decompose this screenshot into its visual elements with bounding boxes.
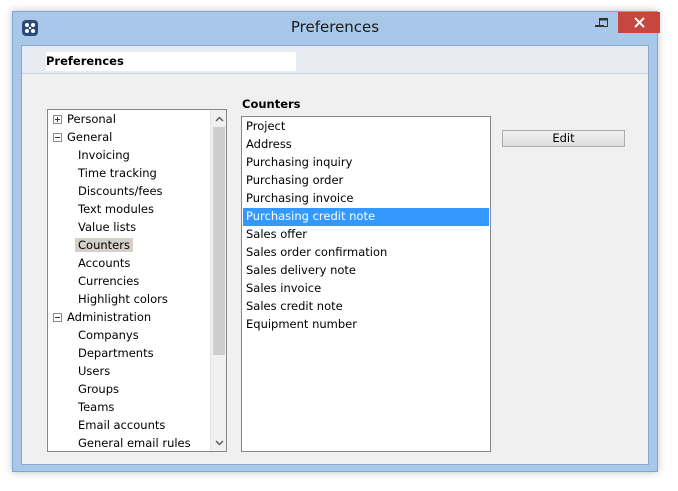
tree-item-label: Counters — [75, 238, 133, 252]
counter-list-item[interactable]: Sales credit note — [243, 298, 489, 316]
tree-item[interactable]: Personal — [53, 111, 119, 128]
edit-button[interactable]: Edit — [502, 130, 625, 147]
tree-item-label: Discounts/fees — [78, 184, 163, 198]
tree-item-label: Personal — [67, 112, 116, 126]
counter-list-item[interactable]: Purchasing credit note — [243, 208, 489, 226]
title-bar[interactable]: Preferences — [13, 12, 660, 45]
tree-item[interactable]: Highlight colors — [75, 291, 171, 308]
tree-item[interactable]: Text modules — [75, 201, 157, 218]
collapse-minus-icon[interactable] — [53, 133, 62, 142]
chevron-up-icon — [214, 115, 224, 122]
tree-item[interactable]: Counters — [75, 237, 133, 254]
counter-list-item[interactable]: Sales delivery note — [243, 262, 489, 280]
counters-heading: Counters — [242, 97, 301, 111]
preferences-window: Preferences Preferences Personal General I… — [12, 11, 660, 472]
scroll-up-button[interactable] — [211, 110, 226, 127]
close-button[interactable] — [618, 12, 660, 33]
tree-item-label: Text modules — [78, 202, 155, 216]
tree-item-label: Users — [78, 364, 111, 378]
tree-item[interactable]: Invoicing — [75, 147, 133, 164]
tree-item-label: Groups — [78, 382, 120, 396]
tree-item-label: Currencies — [78, 274, 140, 288]
counter-list-item[interactable]: Project — [243, 118, 489, 136]
tree-item[interactable]: Time tracking — [75, 165, 160, 182]
counter-list-item[interactable]: Sales order confirmation — [243, 244, 489, 262]
tree-item-label: Time tracking — [78, 166, 157, 180]
tab-strip: Preferences — [22, 46, 648, 74]
tree-item[interactable]: Accounts — [75, 255, 133, 272]
maximize-button[interactable] — [591, 13, 616, 33]
window-title: Preferences — [290, 18, 380, 36]
tree-item-label: General email rules — [78, 436, 191, 450]
tree-item[interactable]: Users — [75, 363, 113, 380]
tree-item[interactable]: Departments — [75, 345, 157, 362]
tree-item[interactable]: Companys — [75, 327, 142, 344]
client-area: Preferences Personal General Invoicing Time… — [21, 45, 649, 465]
tree-item-label: General — [67, 130, 113, 144]
counter-list-item[interactable]: Purchasing order — [243, 172, 489, 190]
tree-scrollbar[interactable] — [210, 110, 226, 451]
counter-list-item[interactable]: Purchasing inquiry — [243, 154, 489, 172]
tree-item-label: Email accounts — [78, 418, 166, 432]
tree-item-label: Value lists — [78, 220, 137, 234]
tree-item[interactable]: General email rules — [75, 435, 194, 451]
tree-item[interactable]: General — [53, 129, 115, 146]
tree-item[interactable]: Administration — [53, 309, 154, 326]
tree-item-label: Accounts — [78, 256, 131, 270]
counter-list-item[interactable]: Sales offer — [243, 226, 489, 244]
counters-list[interactable]: Project Address Purchasing inquiry Purchasi… — [241, 116, 491, 452]
tree-item[interactable]: Value lists — [75, 219, 139, 236]
tree-item[interactable]: Email accounts — [75, 417, 168, 434]
counter-list-item[interactable]: Purchasing invoice — [243, 190, 489, 208]
tree-item-label: Companys — [78, 328, 139, 342]
counter-list-item[interactable]: Sales invoice — [243, 280, 489, 298]
tree-item[interactable]: Discounts/fees — [75, 183, 166, 200]
tree-item-label: Invoicing — [78, 148, 130, 162]
expand-plus-icon[interactable] — [53, 115, 62, 124]
counter-list-item[interactable]: Equipment number — [243, 316, 489, 334]
scroll-down-button[interactable] — [211, 434, 226, 451]
tree-item[interactable]: Teams — [75, 399, 117, 416]
scroll-thumb[interactable] — [213, 127, 225, 355]
tree-item[interactable]: Currencies — [75, 273, 142, 290]
tree-item-label: Administration — [67, 310, 152, 324]
close-icon — [633, 17, 645, 28]
tree-item[interactable]: Groups — [75, 381, 122, 398]
tree-item-label: Departments — [78, 346, 154, 360]
tab-preferences[interactable]: Preferences — [46, 52, 296, 71]
collapse-minus-icon[interactable] — [53, 313, 62, 322]
tree-item-label: Highlight colors — [78, 292, 168, 306]
settings-tree[interactable]: Personal General Invoicing Time tracking Dis… — [47, 109, 227, 452]
chevron-down-icon — [214, 439, 224, 446]
tree-item-label: Teams — [78, 400, 115, 414]
counter-list-item[interactable]: Address — [243, 136, 489, 154]
maximize-icon — [598, 18, 608, 27]
